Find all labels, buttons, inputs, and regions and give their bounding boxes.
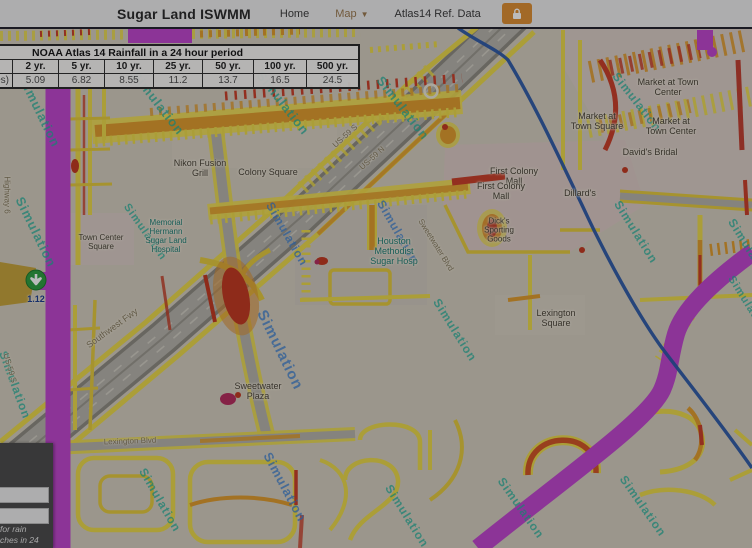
panel-input-field[interactable] [0,487,49,503]
panel-input-field[interactable] [0,508,49,524]
marker-value: 1.12 [16,294,56,304]
map-place-label: Lexington Square [536,308,575,328]
rainfall-value: 11.2 [154,74,203,89]
map-place-label: Town Center Square [79,234,124,252]
rainfall-value: 6.82 [59,74,105,89]
column-header: 2 yr. [13,60,59,74]
panel-caption-line2: ches in 24 [0,535,60,545]
column-header: 25 yr. [154,60,203,74]
rainfall-value: 8.55 [105,74,154,89]
app-header: Sugar Land ISWMM HomeMap▼Atlas14 Ref. Da… [0,0,752,29]
lock-icon [511,8,523,20]
map-place-label: Market at Town Square [571,111,624,131]
column-header: 5 yr. [59,60,105,74]
map-place-label: Houston Methodist Sugar Hosp [370,236,418,266]
road-label: Lexington Blvd [104,436,157,447]
map-place-label: Market at Town Center [646,116,697,136]
nav-item-home[interactable]: Home [267,8,322,20]
map-place-label: Sweetwater Plaza [234,381,281,401]
rainfall-value: 13.7 [203,74,254,89]
rainfall-value: 24.5 [307,74,360,89]
map-place-label: First Colony Mall [477,181,525,201]
map-place-label: Colony Square [238,167,298,177]
chevron-down-icon: ▼ [361,10,369,19]
panel-caption-line1: for rain [0,524,60,534]
download-arrow-icon [25,269,47,291]
row-label-inches: (inches) [0,74,13,89]
column-header: 500 yr. [307,60,360,74]
map-marker[interactable]: 1.12 [16,269,56,304]
nav-item-map[interactable]: Map▼ [322,8,381,20]
lock-button[interactable] [502,3,532,24]
map-place-label: Dillard's [564,188,596,198]
table-title: NOAA Atlas 14 Rainfall in a 24 hour peri… [0,45,359,60]
road-label: Highway 6 [3,176,12,213]
column-header: 100 yr. [254,60,307,74]
table-corner-cell [0,60,13,74]
map-place-label: Dick's Sporting Goods [484,218,514,245]
column-header: 10 yr. [105,60,154,74]
app-title: Sugar Land ISWMM [117,6,251,22]
left-cutoff-panel: for rain ches in 24 [0,443,53,548]
column-header: 50 yr. [203,60,254,74]
rainfall-value: 16.5 [254,74,307,89]
rainfall-value: 5.09 [13,74,59,89]
nav-menu: HomeMap▼Atlas14 Ref. Data [267,8,494,20]
map-place-label: Market at Town Center [638,77,699,97]
map-place-label: Memorial Hermann Sugar Land Hospital [145,219,186,255]
app-window: SimulationSimulationSimulationSimulation… [0,0,752,548]
map-place-label: Nikon Fusion Grill [174,158,227,178]
atlas14-rainfall-table: NOAA Atlas 14 Rainfall in a 24 hour peri… [0,44,360,89]
nav-item-atlas14-ref-data[interactable]: Atlas14 Ref. Data [382,8,494,20]
map-place-label: David's Bridal [623,147,678,157]
